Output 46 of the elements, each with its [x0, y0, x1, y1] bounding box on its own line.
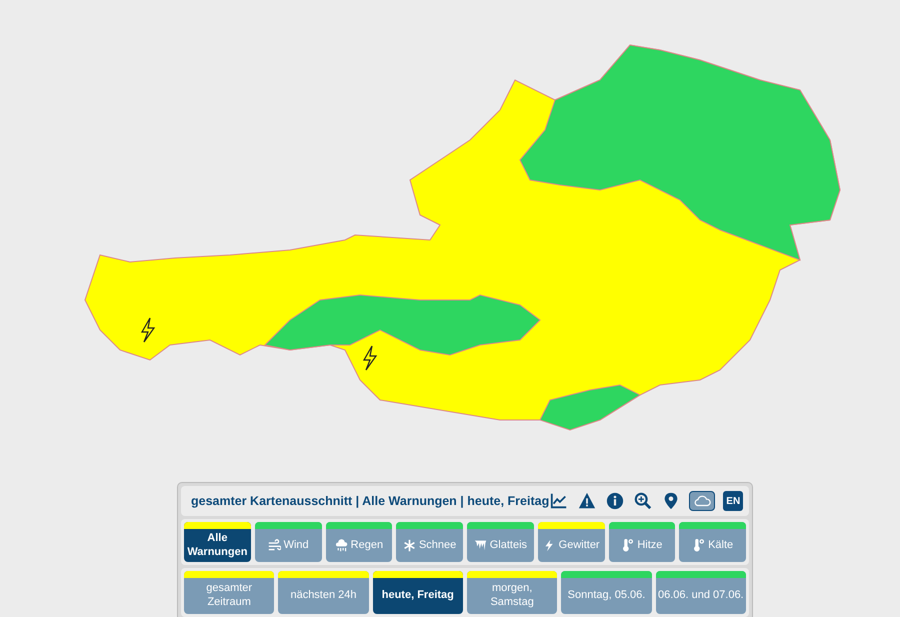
button-label: Regen [350, 538, 384, 552]
info-button[interactable] [605, 491, 626, 511]
warning-button[interactable] [577, 491, 598, 511]
button-label: Schnee [418, 538, 456, 552]
button-label: Sonntag, 05.06. [568, 589, 646, 603]
warning-icon [578, 492, 596, 510]
button-label: Kälte [708, 538, 734, 552]
button-label: gesamter Zeitraum [205, 582, 254, 610]
warning-type-tab[interactable]: Wind [254, 522, 322, 562]
warning-type-tab[interactable]: Alle Warnungen [184, 522, 251, 562]
zoom-button[interactable] [633, 491, 654, 511]
warning-type-tab[interactable]: Regen [326, 522, 392, 562]
language-button[interactable]: EN [723, 491, 744, 511]
button-label: Wind [284, 538, 309, 552]
time-period-tab[interactable]: heute, Freitag [372, 571, 463, 614]
chart-icon [550, 492, 568, 510]
button-label: Gewitter [558, 538, 600, 552]
cloud-button[interactable] [689, 491, 716, 511]
lightning-icon [140, 317, 156, 343]
time-period-tab[interactable]: morgen, Samstag [466, 571, 558, 614]
time-period-tab[interactable]: nächsten 24h [278, 571, 369, 614]
info-icon [606, 492, 624, 510]
snowflake-icon [402, 539, 416, 552]
selection-title: gesamter Kartenausschnitt | Alle Warnungen | heute, Freitag [191, 492, 550, 510]
thermometer-icon [621, 539, 634, 552]
zoom-icon [634, 492, 652, 510]
button-label: 06.06. und 07.06. [658, 589, 744, 603]
warning-type-tab[interactable]: Hitze [608, 522, 676, 562]
rain-cloud-icon [334, 539, 348, 552]
lightning-icon [362, 345, 378, 371]
time-period-tab[interactable]: 06.06. und 07.06. [656, 571, 746, 614]
warning-type-tab[interactable]: Kälte [679, 522, 746, 562]
thermometer-icon [692, 539, 706, 552]
button-label: morgen, Samstag [489, 582, 535, 610]
button-label: Hitze [637, 538, 662, 552]
warning-type-tab[interactable]: Gewitter [538, 522, 604, 562]
time-period-tab[interactable]: gesamter Zeitraum [184, 571, 274, 614]
warning-type-tab[interactable]: Glatteis [467, 522, 534, 562]
button-label: nächsten 24h [290, 589, 357, 603]
wind-icon [268, 539, 281, 552]
location-pin-icon [662, 492, 680, 510]
button-label: Glatteis [490, 538, 528, 552]
button-label: heute, Freitag [382, 589, 454, 603]
button-label: Alle Warnungen [186, 532, 248, 560]
time-period-tab[interactable]: Sonntag, 05.06. [561, 571, 652, 614]
warning-type-tab[interactable]: Schnee [396, 522, 463, 562]
